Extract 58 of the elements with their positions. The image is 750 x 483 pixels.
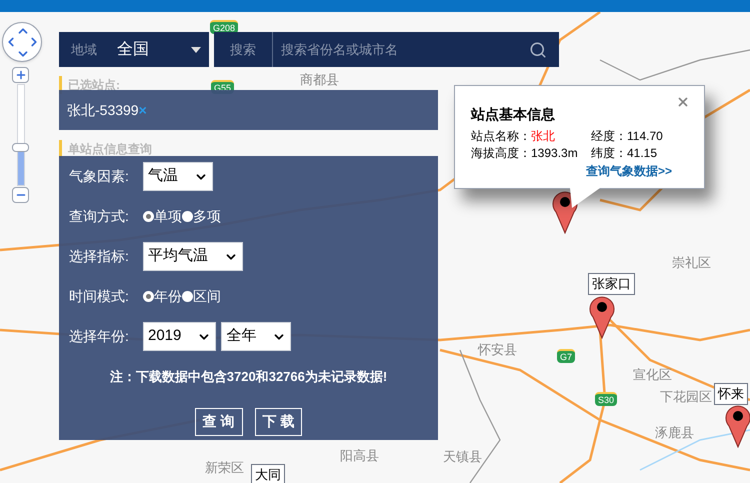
- map-place-label: 新荣区: [205, 459, 244, 477]
- station-name: 张北-53399: [67, 100, 139, 120]
- query-data-link[interactable]: 查询气象数据>>: [586, 162, 672, 180]
- city-tag: 怀来: [714, 383, 748, 404]
- action-button[interactable]: 查 询: [194, 408, 242, 436]
- radio-button[interactable]: [143, 211, 154, 222]
- zoom-in-button[interactable]: [12, 67, 29, 83]
- map-place-label: 涿鹿县: [655, 424, 694, 442]
- pan-control[interactable]: [2, 22, 42, 62]
- info-text: 纬度：41.15: [591, 145, 658, 162]
- radio-option[interactable]: 区间: [182, 286, 221, 307]
- plus-icon: [14, 69, 26, 81]
- dropdown-select[interactable]: 平均气温: [143, 242, 243, 271]
- popup-title: 站点基本信息: [471, 105, 556, 124]
- map-place-label: 崇礼区: [672, 254, 711, 272]
- zoom-slider[interactable]: [12, 84, 29, 186]
- close-icon[interactable]: [676, 95, 690, 109]
- search-input[interactable]: 搜索省份名或城市名: [273, 40, 529, 60]
- dropdown-select[interactable]: 全年: [221, 322, 292, 351]
- field-label: 气象因素:: [69, 167, 130, 186]
- road-shield: G7: [557, 349, 576, 363]
- caret-icon: [191, 46, 201, 52]
- search-field[interactable]: 搜索省份名或城市名: [273, 32, 559, 67]
- road-shield: S30: [595, 392, 618, 406]
- info-text: 经度：114.70: [591, 128, 663, 145]
- region-selector[interactable]: 地域 全国: [59, 32, 209, 67]
- radio-button[interactable]: [143, 291, 154, 302]
- info-text: 海拔高度：1393.3m: [471, 145, 579, 162]
- zoom-out-button[interactable]: [12, 187, 29, 203]
- field-label: 选择年份:: [69, 327, 130, 346]
- search-icon[interactable]: [529, 40, 547, 58]
- map-place-label: 下花园区: [660, 388, 712, 406]
- city-tag: 张家口: [588, 273, 635, 294]
- map-place-label: 宣化区: [633, 366, 672, 384]
- field-label: 时间模式:: [69, 287, 130, 306]
- region-label: 地域: [71, 40, 98, 59]
- field-label: 查询方式:: [69, 207, 130, 226]
- map-place-label: 商都县: [300, 71, 339, 89]
- search-label: 搜索: [214, 32, 273, 67]
- radio-button[interactable]: [182, 211, 193, 222]
- city-tag: 大同: [251, 464, 285, 483]
- map-place-label: 天镇县: [443, 448, 482, 466]
- radio-option[interactable]: 单项: [143, 206, 182, 227]
- map-pin-icon[interactable]: [725, 404, 750, 448]
- zoom-slider-handle[interactable]: [12, 142, 29, 152]
- radio-button[interactable]: [182, 291, 193, 302]
- info-text: 站点名称：张北: [471, 128, 556, 145]
- dropdown-select[interactable]: 2019: [143, 322, 216, 351]
- region-value: 全国: [117, 40, 150, 60]
- map-place-label: 阳高县: [340, 447, 379, 465]
- radio-option[interactable]: 年份: [143, 286, 182, 307]
- action-button[interactable]: 下 载: [254, 408, 302, 436]
- map-pin-icon[interactable]: [589, 295, 615, 339]
- radio-option[interactable]: 多项: [182, 206, 221, 227]
- map-place-label: 怀安县: [478, 341, 517, 359]
- dropdown-select[interactable]: 气温: [143, 162, 213, 191]
- field-label: 选择指标:: [69, 247, 130, 266]
- note-text: 注：下载数据中包含3720和32766为未记录数据!: [108, 368, 388, 386]
